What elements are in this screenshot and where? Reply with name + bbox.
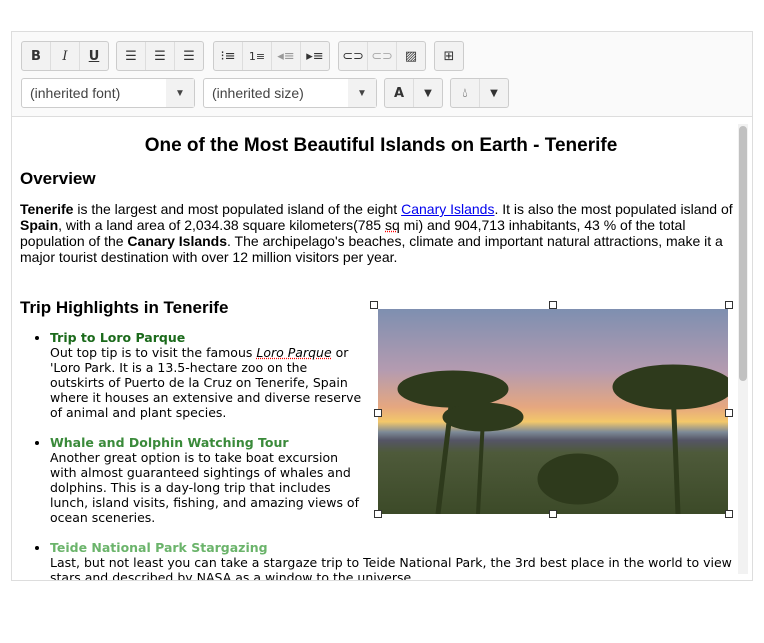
list-item: Teide National Park StargazingLast, but … — [50, 540, 742, 580]
numbered-list-icon: 1≡ — [248, 49, 266, 63]
size-select-value: (inherited size) — [212, 85, 304, 101]
chevron-down-icon: ▼ — [490, 87, 498, 99]
list-item: Whale and Dolphin Watching TourAnother g… — [50, 435, 365, 525]
insert-table-icon: ⊞ — [443, 48, 455, 64]
image-icon: ▨ — [404, 48, 418, 64]
font-select[interactable]: (inherited font) ▼ — [21, 78, 195, 108]
resize-handle[interactable] — [549, 510, 557, 518]
vertical-scrollbar[interactable] — [738, 124, 748, 574]
table-group: ⊞ — [434, 41, 464, 71]
resize-handle[interactable] — [725, 301, 733, 309]
scrollbar-thumb[interactable] — [739, 126, 747, 381]
bold-text: Spain — [20, 217, 59, 233]
format-group: B I U — [21, 41, 109, 71]
indent-button[interactable]: ▸≡ — [301, 42, 329, 70]
chevron-down-icon: ▼ — [424, 87, 432, 99]
align-group: ☰ ☰ ☰ — [116, 41, 204, 71]
outdent-button[interactable]: ◂≡ — [272, 42, 301, 70]
bold-text: Canary Islands — [127, 233, 228, 249]
resize-handle[interactable] — [370, 301, 378, 309]
font-color-group: A ▼ — [384, 78, 443, 108]
size-select[interactable]: (inherited size) ▼ — [203, 78, 377, 108]
numbered-list-button[interactable]: 1≡ — [243, 42, 272, 70]
misspelled-word: sq — [385, 217, 400, 233]
align-right-icon: ☰ — [183, 48, 195, 64]
resize-handle[interactable] — [725, 510, 733, 518]
text: is the largest and most populated island… — [73, 201, 402, 217]
link-button[interactable]: ⊂⊃ — [339, 42, 368, 70]
overview-paragraph: Tenerife is the largest and most populat… — [20, 201, 742, 265]
bulleted-list-button[interactable]: ⁝≡ — [214, 42, 243, 70]
item-title: Trip to Loro Parque — [50, 330, 186, 345]
unlink-button[interactable]: ⊂⊃ — [368, 42, 397, 70]
align-center-icon: ☰ — [154, 48, 166, 64]
tenerife-image[interactable] — [378, 309, 728, 514]
resize-handle[interactable] — [374, 510, 382, 518]
bold-button[interactable]: B — [22, 42, 51, 70]
align-right-button[interactable]: ☰ — [175, 42, 203, 70]
align-left-icon: ☰ — [125, 48, 137, 64]
canary-islands-link[interactable]: Canary Islands — [401, 201, 494, 217]
page-title: One of the Most Beautiful Islands on Ear… — [144, 135, 618, 156]
unlink-icon: ⊂⊃ — [371, 48, 393, 64]
droplet-icon: 💧︎ — [462, 85, 468, 101]
align-center-button[interactable]: ☰ — [146, 42, 175, 70]
underline-button[interactable]: U — [80, 42, 108, 70]
image-button[interactable]: ▨ — [397, 42, 425, 70]
item-title: Whale and Dolphin Watching Tour — [50, 435, 289, 450]
bold-text: Tenerife — [20, 201, 74, 217]
align-left-button[interactable]: ☰ — [117, 42, 146, 70]
indent-icon: ▸≡ — [306, 48, 324, 64]
text: . It is also the most populated island o… — [494, 201, 733, 217]
overview-heading: Overview — [20, 169, 96, 188]
item-title: Teide National Park Stargazing — [50, 540, 268, 555]
item-text: Another great option is to take boat exc… — [50, 450, 359, 525]
italic-button[interactable]: I — [51, 42, 80, 70]
rich-text-editor: B I U ☰ ☰ ☰ ⁝≡ 1≡ ◂≡ ▸≡ ⊂⊃ ⊂⊃ ▨ ⊞ (inher… — [11, 31, 753, 581]
item-italic: Loro Parque — [256, 345, 332, 360]
list-group: ⁝≡ 1≡ ◂≡ ▸≡ — [213, 41, 330, 71]
chevron-down-icon: ▼ — [166, 79, 194, 107]
list-item: Trip to Loro ParqueOut top tip is to vis… — [50, 330, 365, 420]
toolbar: B I U ☰ ☰ ☰ ⁝≡ 1≡ ◂≡ ▸≡ ⊂⊃ ⊂⊃ ▨ ⊞ (inher… — [12, 32, 752, 117]
item-text: Out top tip is to visit the famous — [50, 345, 257, 360]
font-select-value: (inherited font) — [30, 85, 121, 101]
background-color-button[interactable]: 💧︎ — [451, 79, 480, 107]
resize-handle[interactable] — [725, 409, 733, 417]
chevron-down-icon: ▼ — [348, 79, 376, 107]
background-color-dropdown[interactable]: ▼ — [480, 79, 508, 107]
insert-group: ⊂⊃ ⊂⊃ ▨ — [338, 41, 426, 71]
palm-trees-graphic — [397, 364, 728, 514]
font-color-button[interactable]: A — [385, 79, 414, 107]
background-color-group: 💧︎ ▼ — [450, 78, 509, 108]
font-color-dropdown[interactable]: ▼ — [414, 79, 442, 107]
insert-table-button[interactable]: ⊞ — [435, 42, 463, 70]
outdent-icon: ◂≡ — [277, 48, 295, 64]
bulleted-list-icon: ⁝≡ — [220, 48, 236, 64]
text: , with a land area of 2,034.38 square ki… — [58, 217, 385, 233]
resize-handle[interactable] — [549, 301, 557, 309]
item-text: Last, but not least you can take a starg… — [50, 555, 732, 580]
link-icon: ⊂⊃ — [342, 48, 364, 64]
resize-handle[interactable] — [374, 409, 382, 417]
